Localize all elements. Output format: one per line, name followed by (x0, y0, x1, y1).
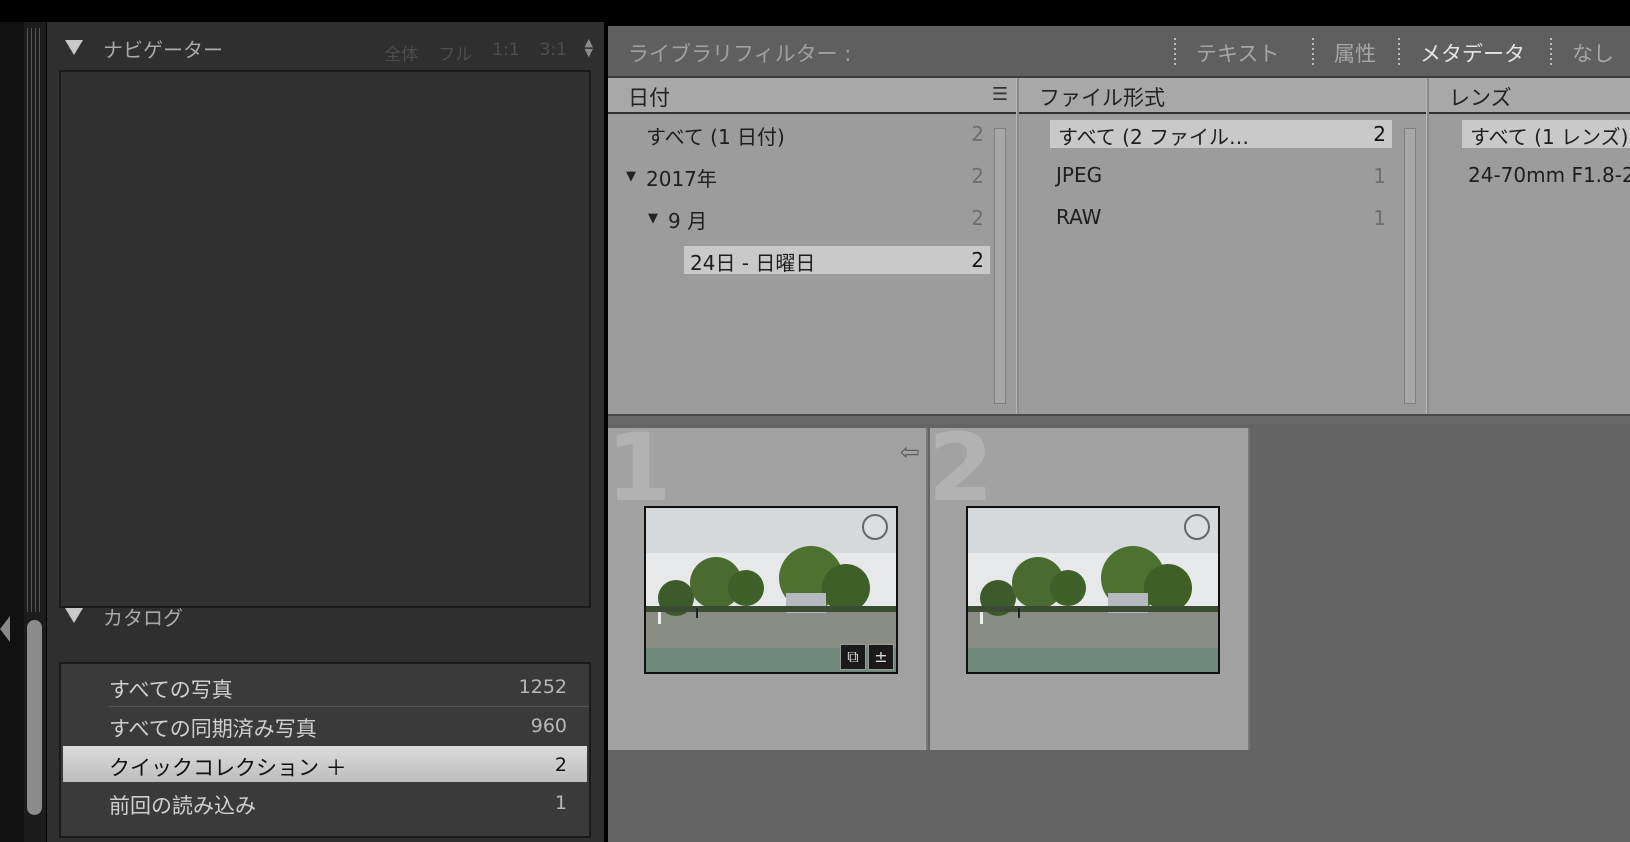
date-row-label: 9 月 (668, 209, 708, 233)
file-type-column-scrollbar[interactable] (1404, 128, 1416, 404)
expand-triangle-icon[interactable]: ▼ (648, 211, 658, 226)
left-edge-strip (0, 22, 24, 842)
date-row-count: 2 (971, 122, 984, 146)
photo-thumbnail[interactable]: ⧉ ± (644, 506, 898, 674)
filter-attribute-button[interactable]: 属性 (1334, 38, 1376, 68)
file-type-row-label: JPEG (1056, 163, 1103, 187)
lens-column-header[interactable]: レンズ (1429, 78, 1630, 114)
catalog-item-count: 2 (554, 754, 567, 776)
date-row-count: 2 (971, 248, 984, 272)
date-row-month[interactable]: ▼ 9 月 2 (648, 204, 990, 233)
file-type-row-label: すべて (2 ファイル… (1058, 125, 1250, 149)
file-type-column-title: ファイル形式 (1039, 86, 1165, 110)
catalog-title: カタログ (103, 606, 183, 630)
filter-metadata-button[interactable]: メタデータ (1420, 38, 1525, 68)
catalog-item-label: すべての写真 (109, 678, 233, 702)
catalog-header[interactable]: カタログ (47, 594, 605, 638)
navigator-zoom-options: 全体 フル 1:1 3:1 (364, 40, 567, 65)
catalog-item-previous-import[interactable]: 前回の読み込み 1 (63, 784, 587, 821)
catalog-item-count: 1252 (518, 676, 567, 698)
thumbnail-badges: ⧉ ± (840, 644, 894, 670)
photo-grid: 1 ⇦ ⧉ ± 2 (606, 414, 1630, 842)
date-row-count: 2 (971, 206, 984, 230)
zoom-fit-button[interactable]: 全体 (384, 40, 418, 65)
lens-row-label: 24-70mm F1.8-2.8 (1468, 163, 1630, 187)
catalog-item-label: 前回の読み込み (109, 794, 256, 818)
filter-text-button[interactable]: テキスト (1196, 38, 1279, 68)
date-row-count: 2 (971, 164, 984, 188)
date-row-label: 2017年 (646, 167, 717, 191)
separator-dots (1312, 38, 1314, 66)
zoom-stepper-icon[interactable]: ▲ ▼ (585, 37, 593, 58)
library-filter-bar: ライブラリフィルター : テキスト 属性 メタデータ なし (608, 26, 1630, 78)
zoom-3-1-button[interactable]: 3:1 (540, 40, 567, 65)
date-column-header[interactable]: 日付 ☰ (608, 78, 1016, 114)
catalog-item-count: 1 (554, 792, 567, 814)
edit-adjust-badge-icon[interactable]: ± (868, 644, 894, 670)
select-circle-icon[interactable] (1184, 514, 1210, 540)
metadata-resize-bar[interactable] (608, 414, 1630, 424)
park-photo-image (968, 508, 1218, 672)
metadata-filter-area: 日付 ☰ すべて (1 日付) 2 ▼ 2017年 2 ▼ 9 月 2 24日 … (608, 78, 1630, 414)
column-separator[interactable] (1426, 78, 1429, 414)
library-filter-title: ライブラリフィルター : (628, 42, 852, 66)
expand-left-panel-icon[interactable] (0, 616, 10, 642)
date-row-year[interactable]: ▼ 2017年 2 (626, 162, 990, 191)
catalog-item-label: すべての同期済み写真 (109, 717, 317, 741)
lens-column-title: レンズ (1449, 86, 1512, 110)
grid-cell[interactable]: 1 ⇦ ⧉ ± (606, 414, 928, 750)
navigator-preview[interactable] (59, 70, 591, 608)
catalog-item-label: クイックコレクション ＋ (109, 756, 347, 780)
column-menu-icon[interactable]: ☰ (992, 84, 1008, 105)
separator-dots (1398, 38, 1400, 66)
crop-badge-icon[interactable]: ⧉ (840, 644, 866, 670)
photo-thumbnail[interactable] (966, 506, 1220, 674)
file-type-row-count: 2 (1373, 122, 1386, 146)
date-row-all[interactable]: すべて (1 日付) 2 (636, 120, 990, 149)
catalog-item-all-photos[interactable]: すべての写真 1252 (63, 668, 587, 705)
expand-triangle-icon[interactable]: ▼ (626, 169, 636, 184)
lens-row-item[interactable]: 24-70mm F1.8-2.8 (1462, 162, 1630, 190)
file-type-row-label: RAW (1056, 205, 1102, 229)
catalog-list: すべての写真 1252 すべての同期済み写真 960 クイックコレクション ＋ … (59, 662, 591, 838)
lens-row-label: すべて (1 レンズ) (1470, 125, 1629, 148)
grid-cell[interactable]: 2 (928, 414, 1250, 750)
select-circle-icon[interactable] (862, 514, 888, 540)
top-bar (0, 0, 1630, 22)
separator-dots (1550, 38, 1552, 66)
column-separator[interactable] (1016, 78, 1019, 414)
catalog-item-synced-photos[interactable]: すべての同期済み写真 960 (63, 707, 587, 744)
date-row-label: 24日 - 日曜日 (690, 251, 816, 275)
file-type-row-jpeg[interactable]: JPEG 1 (1050, 162, 1392, 190)
date-row-day[interactable]: 24日 - 日曜日 2 (684, 246, 990, 275)
lens-row-all[interactable]: すべて (1 レンズ) (1462, 120, 1630, 148)
catalog-item-count: 960 (530, 715, 567, 737)
scrollbar-track-lines (27, 28, 43, 612)
swap-arrow-icon[interactable]: ⇦ (900, 438, 920, 466)
date-column-title: 日付 (628, 86, 670, 110)
collapse-triangle-icon[interactable] (65, 608, 83, 623)
scrollbar-thumb[interactable] (27, 620, 42, 815)
filter-none-button[interactable]: なし (1572, 38, 1614, 68)
navigator-header[interactable]: ナビゲーター 全体 フル 1:1 3:1 ▲ ▼ (47, 26, 605, 70)
file-type-row-raw[interactable]: RAW 1 (1050, 204, 1392, 232)
catalog-item-quick-collection[interactable]: クイックコレクション ＋ 2 (63, 746, 587, 782)
zoom-1-1-button[interactable]: 1:1 (492, 40, 519, 65)
date-column-scrollbar[interactable] (994, 128, 1006, 404)
file-type-row-count: 1 (1373, 164, 1386, 188)
file-type-column-header[interactable]: ファイル形式 (1019, 78, 1427, 114)
collapse-triangle-icon[interactable] (65, 40, 83, 55)
left-panel: ナビゲーター 全体 フル 1:1 3:1 ▲ ▼ カタログ すべての写真 1252… (47, 22, 605, 842)
zoom-fill-button[interactable]: フル (438, 40, 472, 65)
file-type-row-all[interactable]: すべて (2 ファイル… 2 (1050, 120, 1392, 149)
navigator-title: ナビゲーター (103, 38, 223, 62)
file-type-row-count: 1 (1373, 206, 1386, 230)
date-row-label: すべて (1 日付) (646, 125, 785, 149)
separator-dots (1174, 38, 1176, 66)
